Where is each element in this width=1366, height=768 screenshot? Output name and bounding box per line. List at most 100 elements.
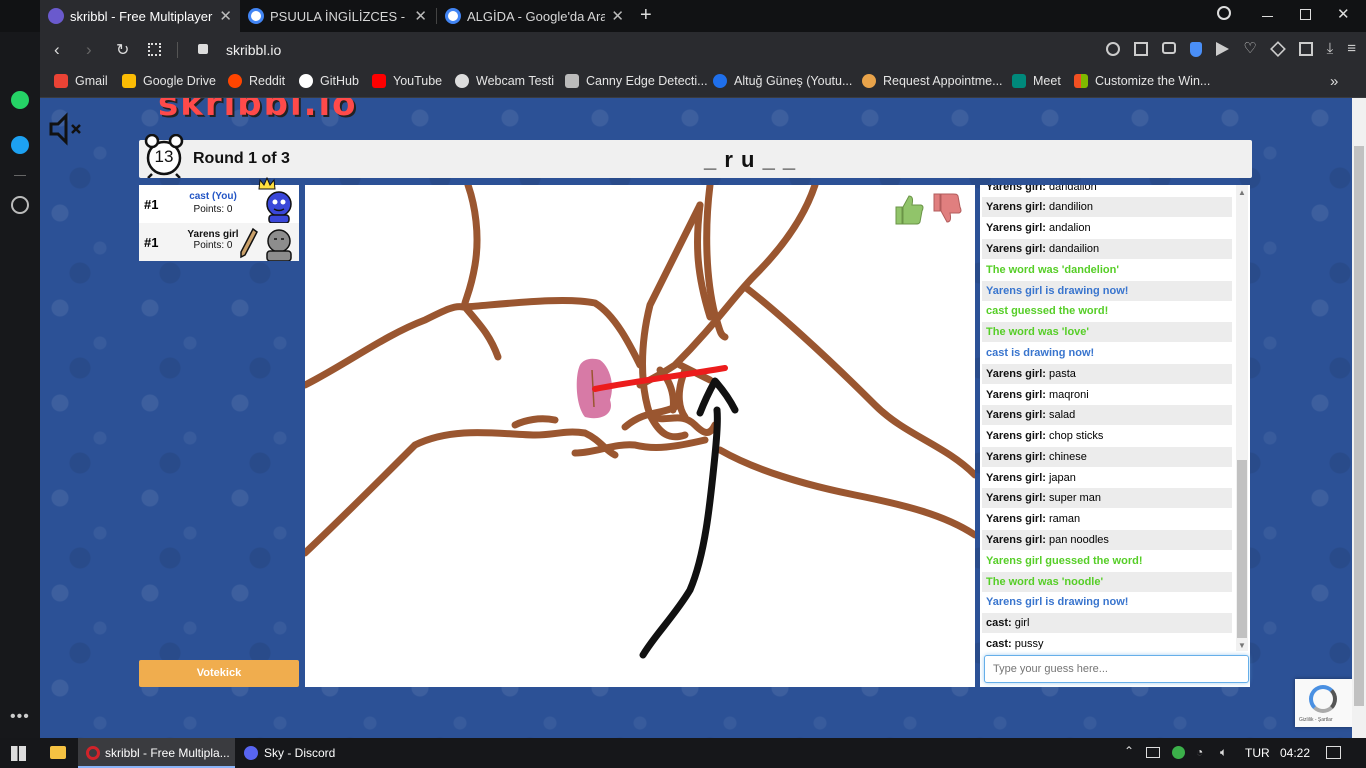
bookmark-request-appointment[interactable]: Request Appointme... (862, 74, 1003, 88)
volume-icon[interactable]: 🔈︎ (1220, 745, 1227, 760)
maximize-button[interactable] (1300, 9, 1311, 20)
bookmark-label: Customize the Win... (1095, 74, 1211, 88)
reload-icon[interactable]: ↻ (116, 40, 129, 60)
chat-message: Yarens girl: pan noodles (982, 530, 1232, 550)
edit-icon[interactable] (1133, 42, 1148, 56)
search-tabs-icon[interactable] (1217, 6, 1231, 20)
google-drive-icon (122, 74, 136, 88)
minimize-button[interactable] (1262, 16, 1273, 17)
bookmark-customize-windows[interactable]: Customize the Win... (1074, 74, 1210, 88)
camera-icon[interactable] (1161, 42, 1176, 54)
youtube-icon (372, 74, 386, 88)
meet-icon (1012, 74, 1026, 88)
bookmark-label: Reddit (249, 74, 286, 88)
recaptcha-terms[interactable]: Gizlilik - Şartlar (1299, 717, 1333, 723)
bookmark-label: Google Drive (143, 74, 216, 88)
new-tab-button[interactable]: + (640, 4, 652, 27)
player-row[interactable]: #1 cast (You) Points: 0 (139, 176, 299, 224)
tabs-grid-icon[interactable] (148, 43, 161, 56)
bookmark-altug-gunes[interactable]: Altuğ Güneş (Youtu... (713, 74, 852, 88)
round-indicator: Round 1 of 3 (193, 150, 290, 167)
recaptcha-icon (1309, 685, 1337, 713)
recaptcha-badge[interactable]: Gizlilik - Şartlar (1295, 679, 1352, 727)
chat-scroll-down-icon[interactable]: ▼ (1238, 641, 1246, 650)
taskbar-item-discord[interactable]: Sky - Discord (238, 738, 398, 768)
tab-skribbl[interactable]: skribbl - Free Multiplayer D ✕ (40, 0, 240, 32)
search-icon[interactable] (1106, 42, 1120, 56)
status-green-icon[interactable] (1172, 746, 1185, 759)
skribbl-favicon-icon (48, 8, 64, 24)
mute-sound-icon[interactable] (48, 112, 88, 146)
opera-icon (86, 746, 100, 760)
heart-icon[interactable]: ♡ (1243, 41, 1256, 58)
chat-scrollbar-thumb[interactable] (1237, 460, 1247, 638)
twitter-icon[interactable] (11, 136, 29, 154)
word-hint: _ r u _ _ (704, 147, 797, 172)
close-icon[interactable]: ✕ (219, 7, 232, 25)
chat-message: Yarens girl: dandalion (986, 185, 1097, 193)
player-list: #1 cast (You) Points: 0 #1 Yarens girl P… (139, 176, 299, 262)
player-icon[interactable] (11, 196, 29, 214)
chat-message: Yarens girl: maqroni (986, 389, 1089, 401)
more-bookmarks-icon[interactable]: » (1330, 73, 1338, 90)
swoosh-icon (713, 74, 727, 88)
page-scrollbar[interactable] (1352, 98, 1366, 738)
thumbs-up-icon[interactable] (893, 192, 925, 226)
chat-message: Yarens girl: dandailion (982, 239, 1232, 259)
bookmark-github[interactable]: GitHub (299, 74, 359, 88)
url-field[interactable]: skribbl.io (226, 42, 281, 58)
keyboard-icon[interactable] (1146, 747, 1160, 758)
bookmark-webcam-testi[interactable]: Webcam Testi (455, 74, 554, 88)
close-icon[interactable]: ✕ (414, 7, 427, 25)
tab-psuula[interactable]: PSUULA İNGİLİZCES - Goo ✕ (240, 0, 435, 32)
github-icon (299, 74, 313, 88)
bookmark-youtube[interactable]: YouTube (372, 74, 442, 88)
chat-message: Yarens girl: raman (986, 513, 1081, 525)
player-row[interactable]: #1 Yarens girl Points: 0 (139, 223, 299, 262)
chat-messages[interactable]: Yarens girl: dandalion Yarens girl: dand… (980, 185, 1236, 651)
bookmark-meet[interactable]: Meet (1012, 74, 1061, 88)
gmail-icon (54, 74, 68, 88)
bookmark-reddit[interactable]: Reddit (228, 74, 285, 88)
send-icon[interactable] (1216, 42, 1230, 56)
cube-icon[interactable] (1269, 41, 1286, 57)
back-icon[interactable]: ‹ (54, 40, 60, 60)
download-icon[interactable]: ⤓ (1327, 41, 1334, 58)
chat-input[interactable] (984, 655, 1249, 683)
tab-algida[interactable]: ALGİDA - Google'da Ara ✕ (437, 0, 632, 32)
bookmark-gmail[interactable]: Gmail (54, 74, 108, 88)
chat-scroll-up-icon[interactable]: ▲ (1238, 188, 1246, 197)
address-bar: ‹ › ↻ skribbl.io ♡ ⤓ ≡ (40, 32, 1366, 68)
clock[interactable]: 04:22 (1280, 746, 1310, 760)
skribbl-logo: skribbl.io (158, 98, 358, 124)
taskbar-item-opera[interactable]: skribbl - Free Multipla... (78, 738, 235, 768)
divider (14, 175, 26, 176)
chat-message: The word was 'dandelion' (986, 264, 1119, 276)
show-hidden-icons-icon[interactable]: ⌃ (1124, 744, 1134, 758)
more-icon[interactable]: ••• (10, 708, 30, 726)
forward-icon[interactable]: › (86, 40, 92, 60)
language-indicator[interactable]: TUR (1245, 746, 1270, 760)
bookmark-label: Gmail (75, 74, 108, 88)
webcam-icon (455, 74, 469, 88)
network-icon[interactable]: ◔ (1196, 745, 1203, 759)
bookmark-label: YouTube (393, 74, 443, 88)
votekick-button[interactable]: Votekick (139, 660, 299, 687)
package-icon[interactable] (1298, 42, 1313, 56)
menu-icon[interactable]: ≡ (1347, 41, 1356, 58)
chat-scrollbar[interactable]: ▲ ▼ (1236, 185, 1248, 651)
whatsapp-icon[interactable] (11, 91, 29, 109)
player-rank: #1 (144, 197, 159, 212)
shield-icon[interactable] (1189, 42, 1203, 57)
bookmark-google-drive[interactable]: Google Drive (122, 74, 216, 88)
close-icon[interactable]: ✕ (611, 7, 624, 25)
chat-message: Yarens girl is drawing now! (982, 281, 1232, 301)
notifications-icon[interactable] (1326, 746, 1341, 759)
thumbs-down-icon[interactable] (931, 192, 963, 226)
drawing-canvas[interactable] (301, 181, 979, 687)
bookmark-canny-edge[interactable]: Canny Edge Detecti... (565, 74, 708, 88)
file-explorer-icon[interactable] (50, 746, 66, 759)
page-scrollbar-thumb[interactable] (1354, 146, 1364, 706)
close-window-button[interactable]: ✕ (1337, 5, 1350, 23)
windows-start-icon[interactable] (11, 746, 26, 761)
